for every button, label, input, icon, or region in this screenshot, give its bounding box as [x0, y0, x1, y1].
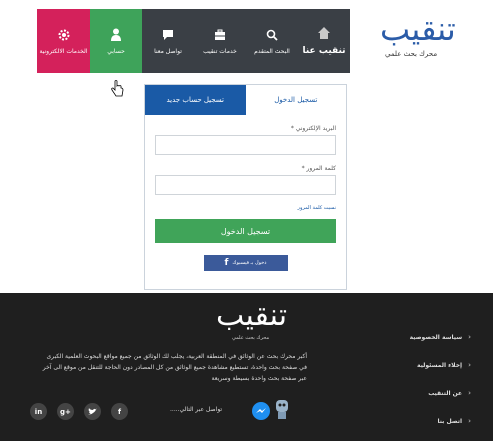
password-field[interactable] [155, 175, 336, 195]
footer-logo[interactable]: تنقيب [216, 298, 289, 333]
linkedin-icon[interactable]: in [30, 403, 47, 420]
footer-link-contact[interactable]: ‹ اتصل بنا [410, 417, 471, 425]
nav-item-contact[interactable]: تواصل معنا [142, 9, 194, 73]
password-label: كلمة المرور * [301, 165, 336, 172]
facebook-login-label: دخول بـ فيسبوك [232, 260, 267, 266]
chevron-left-icon: ‹ [468, 361, 471, 369]
user-icon [109, 28, 123, 42]
footer-tagline: محرك بحث علمي [232, 335, 270, 341]
tab-login[interactable]: تسجيل الدخول [245, 85, 346, 115]
footer-link-disclaimer[interactable]: ‹ إخلاء المسئولية [410, 361, 471, 369]
nav-item-about[interactable]: تنقيب عنا [298, 9, 350, 73]
nav-item-eservices[interactable]: الخدمات الالكترونية [37, 9, 90, 73]
site-tagline: محرك بحث علمي [385, 50, 438, 58]
google-plus-icon[interactable]: g+ [57, 403, 74, 420]
nav-item-advanced-search[interactable]: البحث المتقدم [246, 9, 298, 73]
nav-eservices-label: الخدمات الالكترونية [39, 47, 88, 55]
gear-icon [57, 28, 71, 42]
nav-services-label: خدمات تنقيب [203, 47, 237, 55]
nav-item-services[interactable]: خدمات تنقيب [194, 9, 246, 73]
chevron-left-icon: ‹ [468, 389, 471, 397]
footer-links: ‹ سياسة الخصوصية ‹ إخلاء المسئولية ‹ عن الت… [410, 333, 471, 425]
site-logo[interactable]: تنقيب [380, 10, 458, 48]
facebook-login-button[interactable]: دخول بـ فيسبوك f [203, 255, 288, 271]
footer-link-about[interactable]: ‹ عن التنقيب [410, 389, 471, 397]
footer-link-privacy[interactable]: ‹ سياسة الخصوصية [410, 333, 471, 341]
email-label: البريد الإلكتروني * [290, 125, 336, 132]
facebook-icon: f [224, 258, 229, 268]
login-panel: تسجيل الدخول تسجيل حساب جديد البريد الإل… [144, 84, 347, 290]
nav-about-label: تنقيب عنا [302, 46, 346, 56]
twitter-icon[interactable] [84, 403, 101, 420]
login-tabs: تسجيل الدخول تسجيل حساب جديد [145, 85, 346, 115]
messenger-icon[interactable] [252, 402, 270, 420]
footer-link-label: إخلاء المسئولية [417, 361, 463, 369]
nav-account-label: حسابي [107, 47, 125, 55]
footer-description: أكبر محرك بحث عن الوثائق في المنطقة العر… [42, 353, 307, 382]
nav-contact-label: تواصل معنا [154, 47, 182, 55]
footer: تنقيب محرك بحث علمي أكبر محرك بحث عن الو… [0, 293, 493, 441]
footer-link-label: اتصل بنا [437, 417, 463, 425]
social-links: in g+ f [30, 403, 128, 420]
briefcase-icon [213, 28, 227, 42]
contact-via-label: تواصل عبر التالي..... [170, 406, 223, 413]
chat-icon [161, 28, 175, 42]
footer-link-label: عن التنقيب [428, 389, 463, 397]
chevron-left-icon: ‹ [468, 333, 471, 341]
footer-link-label: سياسة الخصوصية [409, 333, 463, 341]
tab-register[interactable]: تسجيل حساب جديد [145, 85, 246, 115]
email-field[interactable] [155, 135, 336, 155]
facebook-icon[interactable]: f [111, 403, 128, 420]
chevron-left-icon: ‹ [468, 417, 471, 425]
home-icon [317, 26, 331, 40]
forgot-password-link[interactable]: نسيت كلمة المرور [145, 205, 336, 211]
hand-cursor-icon [110, 80, 124, 102]
nav-item-account[interactable]: حسابي [90, 9, 142, 73]
login-button[interactable]: تسجيل الدخول [155, 219, 336, 243]
bot-icon[interactable] [274, 398, 290, 420]
search-icon [265, 28, 279, 42]
top-nav: تنقيب عنا البحث المتقدم خدمات تنقيب تواص… [37, 9, 350, 73]
nav-advanced-search-label: البحث المتقدم [254, 47, 290, 55]
